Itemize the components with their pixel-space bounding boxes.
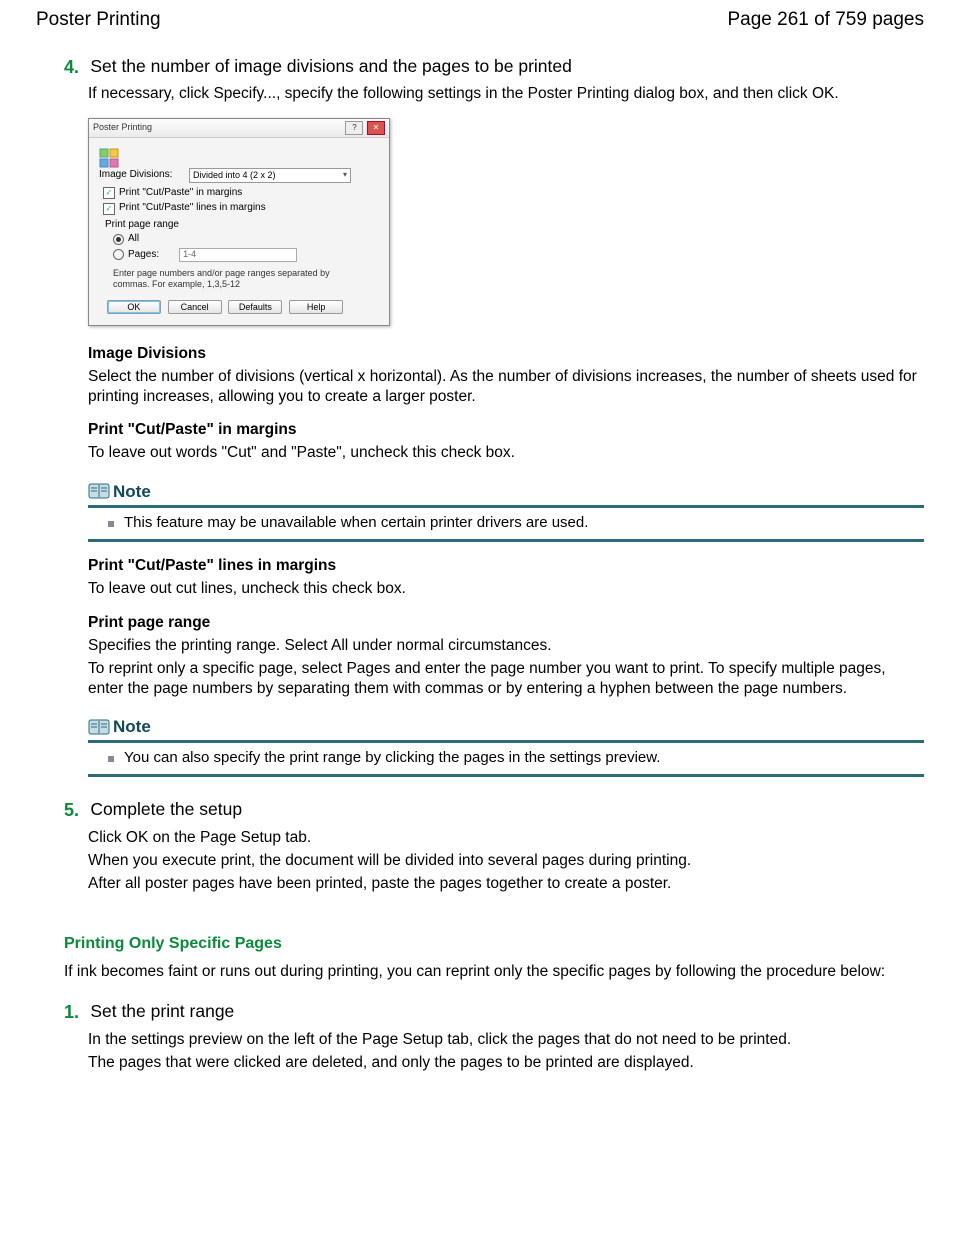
step5-b2: When you execute print, the document wil…	[88, 851, 924, 870]
dialog-title: Poster Printing	[93, 122, 152, 133]
step5-b3: After all poster pages have been printed…	[88, 874, 924, 893]
checkbox-checked-icon: ✓	[103, 187, 115, 199]
help-button[interactable]: Help	[289, 300, 343, 314]
radio-selected-icon	[113, 234, 124, 245]
radio-pages-label: Pages:	[128, 249, 159, 262]
note-icon	[88, 482, 110, 500]
poster-printing-dialog: Poster Printing ? ✕	[88, 118, 390, 326]
cutpaste-heading: Print "Cut/Paste" in margins	[88, 420, 924, 439]
print-range-group-label: Print page range	[105, 219, 351, 232]
cutpaste-checkbox[interactable]: ✓ Print "Cut/Paste" in margins	[103, 187, 351, 200]
ok-button[interactable]: OK	[107, 300, 161, 314]
lines-body: To leave out cut lines, uncheck this che…	[88, 579, 924, 598]
lines-heading: Print "Cut/Paste" lines in margins	[88, 556, 924, 575]
radio-pages[interactable]: Pages: 1-4	[113, 248, 351, 262]
help-window-icon[interactable]: ?	[345, 121, 363, 135]
cutpaste-body: To leave out words "Cut" and "Paste", un…	[88, 443, 924, 462]
note-icon	[88, 718, 110, 736]
step4-intro: If necessary, click Specify..., specify …	[88, 84, 924, 103]
window-buttons: ? ✕	[344, 121, 385, 135]
chevron-down-icon: ▾	[343, 170, 347, 180]
pages-hint: Enter page numbers and/or page ranges se…	[113, 268, 351, 291]
cutpaste-lines-checkbox[interactable]: ✓ Print "Cut/Paste" lines in margins	[103, 202, 351, 215]
bullet-icon	[108, 521, 114, 527]
range-body2: To reprint only a specific page, select …	[88, 659, 924, 698]
image-divisions-body: Select the number of divisions (vertical…	[88, 367, 924, 406]
radio-icon	[113, 249, 124, 260]
step4-number: 4.	[64, 56, 86, 79]
checkbox-checked-icon: ✓	[103, 203, 115, 215]
note2-heading: Note	[113, 716, 151, 737]
note-box-2: Note You can also specify the print rang…	[88, 716, 924, 777]
page-title-left: Poster Printing	[36, 8, 161, 32]
section-specific-pages-heading: Printing Only Specific Pages	[64, 934, 924, 954]
step5-b1: Click OK on the Page Setup tab.	[88, 828, 924, 847]
range-body1: Specifies the printing range. Select All…	[88, 636, 924, 655]
step5-number: 5.	[64, 799, 86, 822]
bullet-icon	[108, 756, 114, 762]
image-divisions-label: Image Divisions:	[99, 169, 189, 182]
poster-icon	[99, 148, 119, 168]
close-icon[interactable]: ✕	[367, 121, 385, 135]
range-heading: Print page range	[88, 613, 924, 632]
defaults-button[interactable]: Defaults	[228, 300, 282, 314]
step4-title: Set the number of image divisions and th…	[90, 56, 572, 76]
note2-text: You can also specify the print range by …	[124, 749, 660, 768]
image-divisions-heading: Image Divisions	[88, 344, 924, 363]
radio-all-label: All	[128, 233, 139, 246]
radio-all[interactable]: All	[113, 233, 351, 246]
step5-title: Complete the setup	[90, 799, 242, 819]
section-specific-pages-intro: If ink becomes faint or runs out during …	[64, 962, 924, 981]
page-indicator: Page 261 of 759 pages	[727, 8, 924, 32]
cutpaste-checkbox-label: Print "Cut/Paste" in margins	[119, 187, 242, 200]
s2step1-title: Set the print range	[90, 1001, 234, 1021]
image-divisions-value: Divided into 4 (2 x 2)	[193, 170, 276, 181]
s2step1-b1: In the settings preview on the left of t…	[88, 1030, 924, 1049]
s2step1-b2: The pages that were clicked are deleted,…	[88, 1053, 924, 1072]
cutpaste-lines-checkbox-label: Print "Cut/Paste" lines in margins	[119, 202, 266, 215]
pages-input[interactable]: 1-4	[179, 248, 297, 262]
cancel-button[interactable]: Cancel	[168, 300, 222, 314]
note1-heading: Note	[113, 481, 151, 502]
s2step1-number: 1.	[64, 1001, 86, 1024]
image-divisions-select[interactable]: Divided into 4 (2 x 2) ▾	[189, 168, 351, 183]
note-box-1: Note This feature may be unavailable whe…	[88, 481, 924, 542]
note1-text: This feature may be unavailable when cer…	[124, 514, 588, 533]
